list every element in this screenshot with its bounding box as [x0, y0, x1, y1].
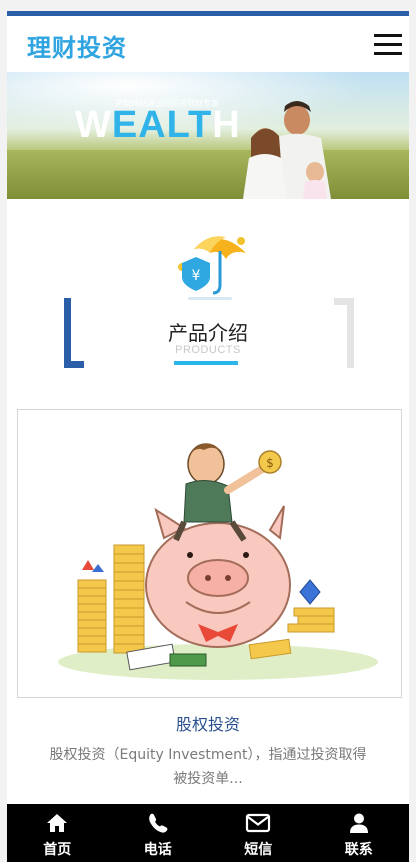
phone-icon: [148, 813, 168, 833]
home-icon: [47, 814, 68, 832]
svg-text:¥: ¥: [192, 268, 201, 284]
nav-label: 电话: [143, 842, 172, 858]
site-logo[interactable]: 理财投资: [27, 28, 127, 63]
section-title: 产品介绍: [168, 321, 248, 345]
nav-home[interactable]: 首页: [7, 804, 108, 862]
user-icon: [349, 813, 368, 833]
nav-label: 联系: [344, 842, 373, 858]
hamburger-menu-icon[interactable]: [374, 34, 402, 56]
products-section-header: ¥ 产品介绍 PRODUCTS: [7, 221, 409, 371]
section-underline: [174, 361, 238, 365]
nav-sms[interactable]: 短信: [208, 804, 309, 862]
nav-label: 短信: [244, 842, 273, 858]
product-description: 股权投资（Equity Investment），指通过投资取得被投资单...: [49, 747, 367, 787]
product-title[interactable]: 股权投资: [7, 711, 409, 735]
product-image[interactable]: $: [17, 409, 402, 698]
umbrella-shield-icon: ¥: [178, 236, 246, 300]
banner-title: WEALTH: [75, 104, 241, 146]
hero-banner[interactable]: 完整网站建设的投资理财专家 WEALTH: [7, 72, 409, 199]
nav-phone[interactable]: 电话: [108, 804, 209, 862]
header: 理财投资: [7, 16, 409, 72]
section-subtitle: PRODUCTS: [175, 344, 241, 356]
nav-contact[interactable]: 联系: [309, 804, 410, 862]
mail-icon: [246, 813, 271, 833]
page-frame: 理财投资 完整网站建设的投资理财专家 WEALTH ¥ 产品介绍 PRODUCT…: [7, 11, 409, 862]
piggy-bank-illustration: $: [18, 410, 401, 697]
family-photo: [243, 101, 331, 199]
bottom-navigation: 首页 电话 短信 联系: [7, 804, 409, 862]
nav-label: 首页: [43, 842, 72, 858]
svg-text:$: $: [266, 456, 274, 470]
